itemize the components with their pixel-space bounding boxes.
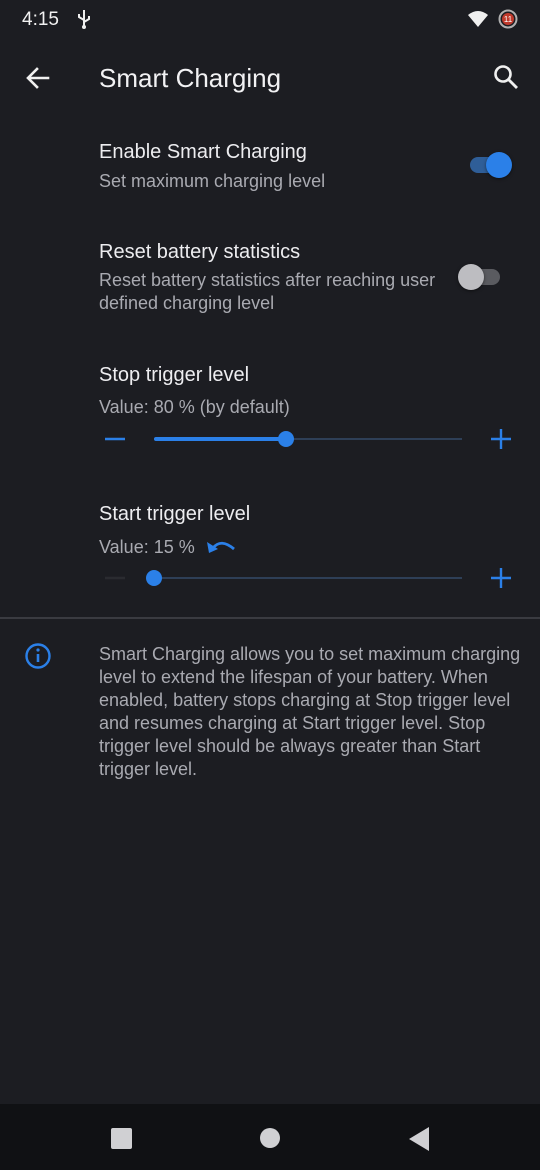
- undo-icon[interactable]: [205, 536, 237, 558]
- home-button[interactable]: [260, 1128, 280, 1148]
- status-bar: 4:15 11: [0, 0, 540, 40]
- reset-battery-statistics-subtitle: Reset battery statistics after reaching …: [99, 270, 436, 313]
- nav-back-icon[interactable]: [408, 1126, 430, 1152]
- start-trigger-value: Value: 15 %: [99, 537, 195, 557]
- search-icon[interactable]: [492, 63, 520, 91]
- stop-trigger-slider-knob[interactable]: [278, 431, 295, 447]
- reset-battery-statistics-toggle[interactable]: [458, 262, 508, 292]
- enable-smart-charging-subtitle: Set maximum charging level: [99, 171, 326, 191]
- back-arrow-icon[interactable]: [24, 64, 52, 92]
- wifi-icon: [468, 11, 488, 27]
- page-title: Smart Charging: [99, 63, 282, 93]
- start-trigger-minus-icon[interactable]: [100, 563, 130, 593]
- start-trigger-plus-icon[interactable]: [486, 563, 516, 593]
- recents-button[interactable]: [111, 1128, 132, 1149]
- stop-trigger-plus-icon[interactable]: [486, 424, 516, 454]
- enable-smart-charging-title: Enable Smart Charging: [99, 141, 307, 163]
- status-time: 4:15: [22, 9, 59, 30]
- system-nav-bar: [0, 1104, 540, 1170]
- reset-battery-statistics-title: Reset battery statistics: [99, 241, 301, 263]
- info-description: Smart Charging allows you to set maximum…: [99, 644, 521, 779]
- enable-smart-charging-toggle[interactable]: [468, 150, 514, 180]
- svg-text:11: 11: [504, 15, 513, 24]
- start-trigger-slider[interactable]: [146, 563, 462, 593]
- app-bar: Smart Charging: [0, 40, 540, 116]
- info-icon: [25, 643, 51, 669]
- usb-icon: [78, 10, 90, 29]
- stop-trigger-slider[interactable]: [154, 424, 462, 454]
- stop-trigger-value: Value: 80 % (by default): [99, 397, 290, 417]
- stop-trigger-minus-icon[interactable]: [100, 424, 130, 454]
- start-trigger-slider-knob[interactable]: [146, 570, 162, 586]
- start-trigger-title: Start trigger level: [99, 503, 251, 525]
- divider: [0, 617, 540, 619]
- stop-trigger-title: Stop trigger level: [99, 364, 250, 386]
- battery-icon: 11: [498, 9, 518, 29]
